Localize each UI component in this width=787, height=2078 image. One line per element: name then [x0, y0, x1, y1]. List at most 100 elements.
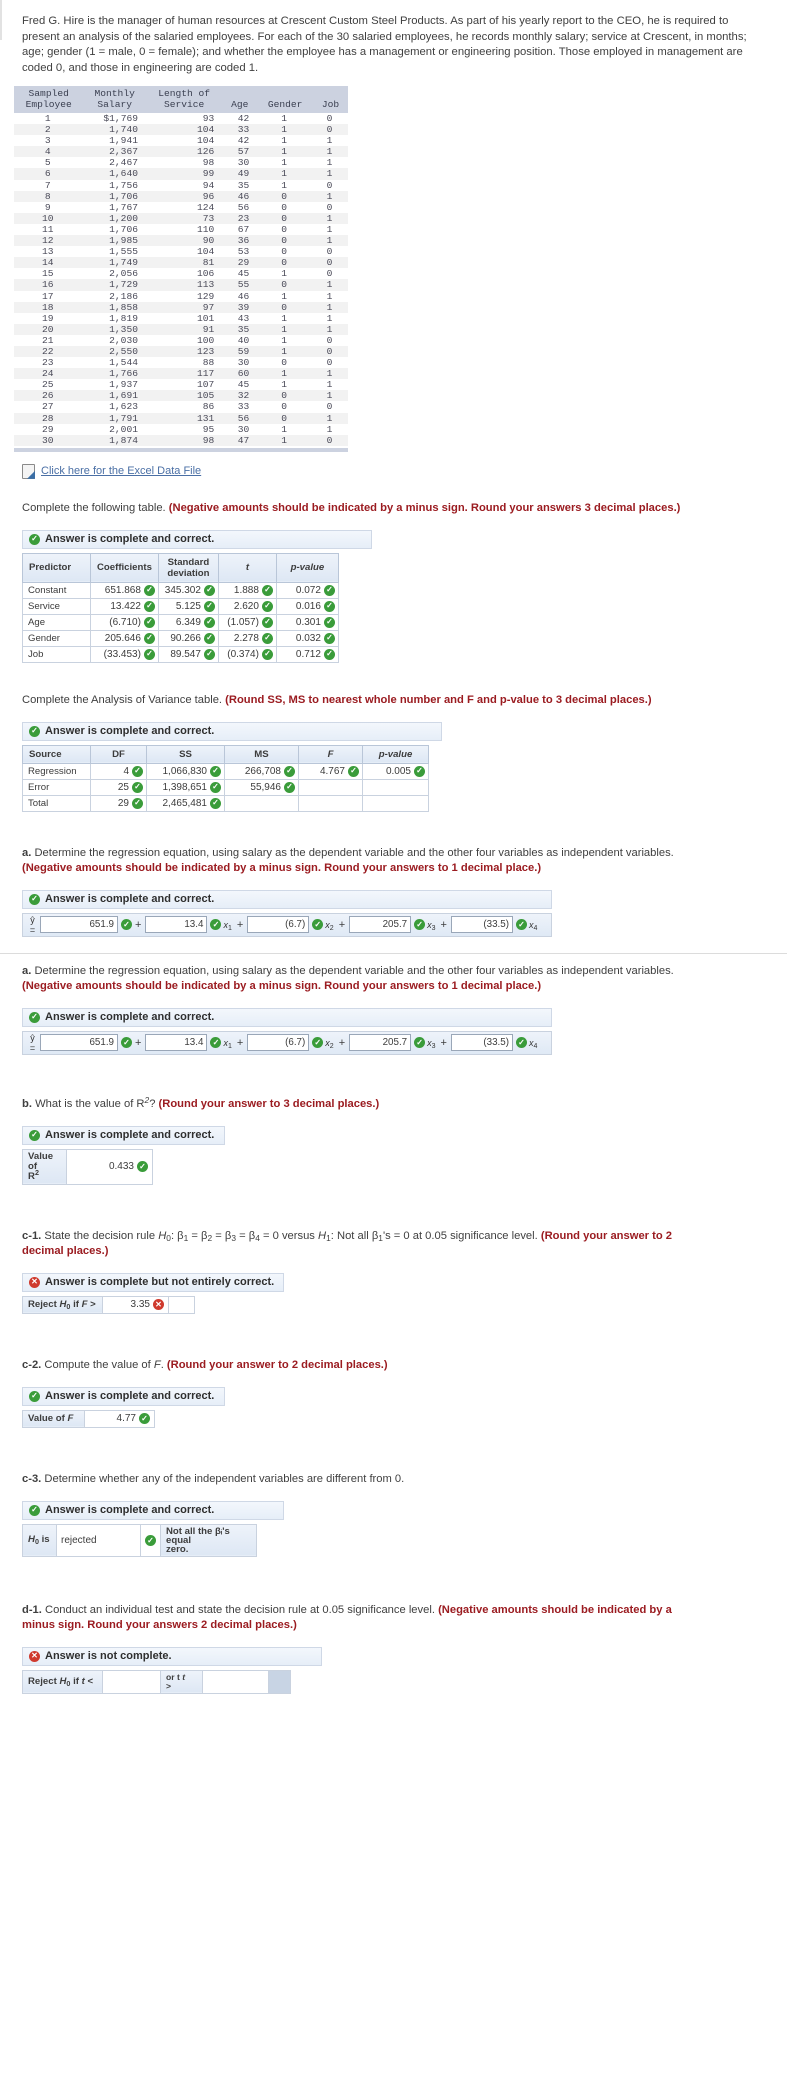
r-squared-input-cell[interactable]: 0.433 ✓: [66, 1148, 153, 1185]
f-value-input-cell[interactable]: 4.77 ✓: [84, 1409, 155, 1428]
cell-p-value[interactable]: 0.032 ✓: [275, 629, 339, 647]
cell-age: 40: [237, 334, 250, 346]
cell-df[interactable]: 4 ✓: [90, 762, 147, 780]
coefficient-input-x2[interactable]: (6.7): [247, 1034, 310, 1052]
table-row: 28 1,791 131 56 0 1: [14, 412, 348, 424]
c3-dropdown-cell[interactable]: rejected: [56, 1523, 141, 1557]
cell-service: 93: [202, 113, 215, 124]
cell-standard-deviation[interactable]: 6.349 ✓: [157, 613, 219, 631]
cell-employee: 21: [41, 334, 54, 346]
cell-ss[interactable]: 2,465,481 ✓: [146, 794, 225, 812]
equation-operator: +: [135, 918, 142, 931]
th-f: F: [298, 744, 363, 764]
cell-gender: 0: [281, 279, 287, 291]
cell-standard-deviation[interactable]: 89.547 ✓: [157, 645, 219, 663]
check-circle-icon: ✓: [132, 765, 143, 777]
intercept-input[interactable]: 651.9: [40, 916, 118, 934]
coefficient-input-x3[interactable]: 205.7: [349, 916, 412, 934]
excel-file-icon: [22, 463, 35, 479]
d1-right-input[interactable]: [202, 1669, 269, 1694]
coefficient-input-x1[interactable]: 13.4: [145, 916, 208, 934]
check-circle-icon: ✓: [515, 919, 527, 931]
coefficient-input-x2[interactable]: (6.7): [247, 916, 310, 934]
coefficient-input-x3[interactable]: 205.7: [349, 1034, 412, 1052]
c3-conclusion-cell[interactable]: Not all the βᵢ's equal zero.: [160, 1523, 257, 1557]
cell-salary: 1,623: [109, 401, 138, 413]
cell-p-value[interactable]: 0.072 ✓: [275, 581, 339, 599]
coefficient-input-x1[interactable]: 13.4: [145, 1034, 208, 1052]
check-circle-icon: ✓: [29, 1011, 40, 1023]
th-source: Source: [22, 744, 91, 764]
cell-p-value[interactable]: 0.712 ✓: [275, 645, 339, 663]
check-circle-icon: ✓: [145, 1535, 156, 1547]
check-circle-icon: ✓: [143, 600, 155, 612]
cell-job: 0: [326, 334, 333, 346]
check-circle-icon: ✓: [210, 765, 221, 777]
cell-ms[interactable]: 266,708 ✓: [224, 762, 299, 780]
cell-employee: 28: [41, 412, 54, 424]
d1-left-input[interactable]: [102, 1669, 161, 1694]
cell-job: 1: [326, 290, 333, 302]
cell-coefficient[interactable]: 13.422 ✓: [90, 597, 159, 615]
check-circle-icon: ✓: [203, 648, 215, 660]
excel-data-file-link[interactable]: Click here for the Excel Data File: [41, 465, 201, 477]
cell-coefficient[interactable]: 205.646 ✓: [90, 629, 159, 647]
cell-employee: 7: [44, 179, 51, 191]
d1-trailing-cell[interactable]: [268, 1669, 291, 1694]
cell-t[interactable]: (0.374) ✓: [217, 645, 277, 663]
cell-gender: 1: [281, 379, 287, 391]
cell-standard-deviation[interactable]: 5.125 ✓: [157, 597, 219, 615]
cell-t[interactable]: (1.057) ✓: [217, 613, 277, 631]
section-c1-status-banner: ✕ Answer is complete but not entirely co…: [22, 1272, 284, 1292]
cell-p-value[interactable]: 0.301 ✓: [275, 613, 339, 631]
c1-row-label: Reject H0 if F >: [22, 1295, 103, 1314]
cell-gender: 0: [281, 201, 287, 213]
table-row: 16 1,729 113 55 0 1: [14, 279, 348, 291]
regression-equation-1[interactable]: ŷ = 651.9 ✓ +13.4 ✓ x1 + (6.7) ✓ x2 +205.7 ✓ x3 + (33.5…: [22, 912, 552, 937]
cell-coefficient[interactable]: (6.710) ✓: [90, 613, 159, 631]
anova-prompt: Complete the Analysis of Variance table.…: [22, 693, 652, 706]
cell-p-value[interactable]: 0.005 ✓: [362, 762, 429, 780]
equation-operator: +: [236, 1036, 244, 1049]
cell-df[interactable]: 25 ✓: [90, 778, 147, 796]
cell-ss[interactable]: 1,398,651 ✓: [146, 778, 225, 796]
coefficient-input-x4[interactable]: (33.5): [450, 916, 513, 934]
cell-salary: 1,749: [109, 257, 138, 269]
cell-ss[interactable]: 1,066,830 ✓: [146, 762, 225, 780]
r-squared-value: 0.433: [108, 1161, 134, 1173]
check-circle-icon: ✓: [414, 919, 426, 931]
check-circle-icon: ✓: [121, 919, 132, 931]
cell-source: Error: [22, 778, 91, 796]
intercept-input[interactable]: 651.9: [40, 1034, 118, 1052]
table-row: 4 2,367 126 57 1 1: [14, 146, 348, 158]
table-row: Total 29 ✓ 2,465,481 ✓: [22, 794, 429, 812]
cell-p-value[interactable]: 0.016 ✓: [275, 597, 339, 615]
cell-standard-deviation[interactable]: 345.302 ✓: [157, 581, 219, 599]
cell-f[interactable]: 4.767 ✓: [298, 762, 363, 780]
cell-t[interactable]: 1.888 ✓: [217, 581, 277, 599]
cell-t[interactable]: 2.620 ✓: [217, 597, 277, 615]
cell-service: 94: [202, 179, 215, 191]
cell-df[interactable]: 29 ✓: [90, 794, 147, 812]
cell-service: 117: [197, 368, 215, 380]
cell-standard-deviation[interactable]: 90.266 ✓: [157, 629, 219, 647]
check-circle-icon: ✓: [203, 600, 215, 612]
coefficient-input-x4[interactable]: (33.5): [450, 1034, 513, 1052]
check-circle-icon: ✓: [414, 1037, 426, 1049]
c1-extra-cell[interactable]: [168, 1295, 195, 1314]
cell-coefficient[interactable]: (33.453) ✓: [90, 645, 159, 663]
c3-value: rejected: [61, 1534, 97, 1546]
cell-salary: 1,691: [109, 390, 138, 402]
check-circle-icon: ✓: [261, 632, 273, 644]
col-age: Age: [222, 86, 258, 113]
excel-data-file-row[interactable]: Click here for the Excel Data File: [0, 452, 787, 485]
regression-equation-2[interactable]: ŷ = 651.9 ✓ +13.4 ✓ x1 + (6.7) ✓ x2 +205.7 ✓ x3 + (33.5…: [22, 1030, 552, 1055]
cell-t[interactable]: 2.278 ✓: [217, 629, 277, 647]
cell-ms[interactable]: 55,946 ✓: [224, 778, 299, 796]
table-row: Constant 651.868 ✓ 345.302 ✓ 1.888 ✓ 0.072 ✓: [22, 581, 339, 599]
section-c2-status-banner: ✓ Answer is complete and correct.: [22, 1386, 225, 1406]
cell-coefficient[interactable]: 651.868 ✓: [90, 581, 159, 599]
c1-input-cell[interactable]: 3.35 ✕: [102, 1295, 169, 1314]
table-row: Regression 4 ✓ 1,066,830 ✓ 266,708 ✓ 4.767 ✓ 0.00…: [22, 762, 429, 780]
cell-job: 0: [326, 179, 333, 191]
